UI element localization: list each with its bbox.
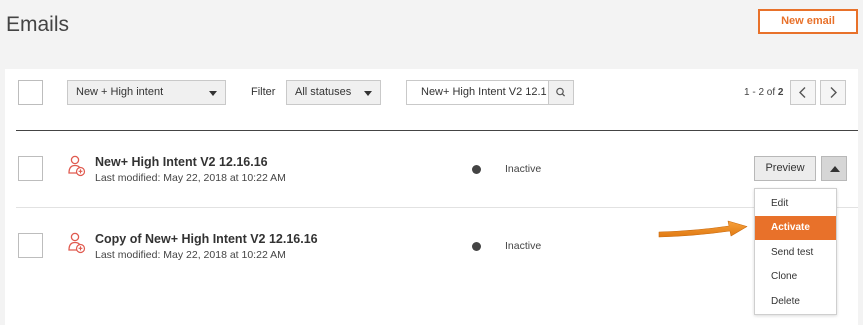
chevron-down-icon <box>209 91 217 96</box>
menu-item-delete[interactable]: Delete <box>755 290 836 314</box>
row-divider <box>16 207 858 208</box>
status-filter-value: All statuses <box>295 86 352 98</box>
row-checkbox[interactable] <box>18 156 43 181</box>
segment-select[interactable]: New + High intent <box>67 80 226 105</box>
next-page-button[interactable] <box>820 80 846 105</box>
page-title: Emails <box>6 13 70 36</box>
chevron-right-icon <box>830 87 837 98</box>
chevron-down-icon <box>364 91 372 96</box>
pagination-info: 1 - 2 of 2 <box>744 87 783 98</box>
header-divider <box>16 130 858 131</box>
status-filter-select[interactable]: All statuses <box>286 80 381 105</box>
search-button[interactable] <box>548 80 574 105</box>
person-email-icon <box>68 232 86 254</box>
actions-menu-toggle[interactable] <box>821 156 847 181</box>
email-last-modified: Last modified: May 22, 2018 at 10:22 AM <box>95 172 286 184</box>
email-actions-menu: Edit Activate Send test Clone Delete <box>754 188 837 315</box>
person-email-icon <box>68 155 86 177</box>
search-input[interactable]: New+ High Intent V2 12.1 <box>406 80 549 105</box>
email-title[interactable]: New+ High Intent V2 12.16.16 <box>95 155 268 169</box>
menu-item-send-test[interactable]: Send test <box>755 241 836 265</box>
email-last-modified: Last modified: May 22, 2018 at 10:22 AM <box>95 249 286 261</box>
chevron-left-icon <box>799 87 806 98</box>
prev-page-button[interactable] <box>790 80 816 105</box>
menu-item-activate[interactable]: Activate <box>755 216 836 240</box>
preview-button[interactable]: Preview <box>754 156 816 181</box>
email-title[interactable]: Copy of New+ High Intent V2 12.16.16 <box>95 232 318 246</box>
pagination-range: 1 - 2 of <box>744 87 778 98</box>
segment-select-value: New + High intent <box>76 86 164 98</box>
status-dot <box>472 242 481 251</box>
filter-label: Filter <box>251 86 276 98</box>
emails-panel: New + High intent Filter All statuses Ne… <box>5 69 858 325</box>
pagination-total: 2 <box>777 87 784 98</box>
email-status: Inactive <box>505 240 542 252</box>
email-row: New+ High Intent V2 12.16.16 Last modifi… <box>5 139 858 199</box>
menu-item-clone[interactable]: Clone <box>755 265 836 289</box>
chevron-up-icon <box>830 166 840 172</box>
status-dot <box>472 165 481 174</box>
select-all-checkbox[interactable] <box>18 80 43 105</box>
menu-item-edit[interactable]: Edit <box>755 192 836 216</box>
new-email-button[interactable]: New email <box>758 9 858 34</box>
search-icon <box>556 87 566 97</box>
orange-arrow-icon <box>658 220 748 238</box>
row-checkbox[interactable] <box>18 233 43 258</box>
email-status: Inactive <box>505 163 542 175</box>
